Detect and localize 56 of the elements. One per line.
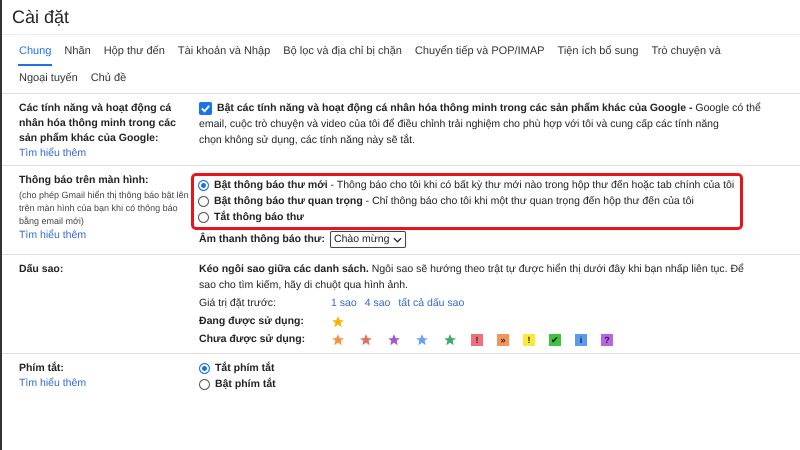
marker-icon[interactable]: ! [523,334,535,346]
radio-button[interactable] [199,363,210,374]
in-use-label: Đang được sử dụng: [199,314,305,329]
radio-button[interactable] [199,379,210,390]
star-icon[interactable] [387,332,401,346]
not-in-use-label: Chưa được sử dụng: [199,332,306,347]
sound-dropdown[interactable]: Chào mừng [330,231,406,248]
setting-description: Bật các tính năng và hoạt động cá nhân hóa thông minh trong các sản phẩm khác của Google - Google có thể [217,101,761,116]
settings-tab[interactable]: Bộ lọc và địa chỉ bị chặn [282,39,403,66]
option-label: Tắt phím tắt [215,361,274,376]
setting-description: email, cuộc trò chuyện và video của tôi để điều chỉnh trải nghiệm cho phù hợp với tôi và cung cấp các tính năng [199,117,720,132]
learn-more-link[interactable]: Tìm hiểu thêm [19,377,191,389]
presets-label: Giá trị đặt trước: [199,296,277,311]
settings-tab[interactable]: Chủ đề [90,66,128,93]
learn-more-link[interactable]: Tìm hiểu thêm [19,147,191,159]
setting-label: Các tính năng và hoạt động cá nhân hóa thông minh trong các sản phẩm khác của Google: [19,101,177,146]
settings-tab[interactable]: Chung [18,39,52,66]
sound-label: Âm thanh thông báo thư: [199,232,325,247]
option-label: Bật phím tắt [215,377,276,392]
settings-tab[interactable]: Nhãn [63,39,92,66]
star-icon[interactable] [359,332,373,346]
learn-more-link[interactable]: Tìm hiểu thêm [19,229,191,241]
preset-link[interactable]: tất cả dấu sao [398,296,464,311]
marker-icon[interactable]: ! [471,334,483,346]
setting-hint: (cho phép Gmail hiển thị thông báo bật lên trên màn hình của bạn khi có thông báo bằng email mới) [19,189,190,228]
checkbox[interactable] [199,102,212,115]
settings-tab[interactable]: Chuyển tiếp và POP/IMAP [414,39,546,66]
setting-description: sao cho tìm kiếm, hãy di chuột qua hình ảnh. [199,278,409,293]
preset-link[interactable]: 1 sao [331,296,357,311]
preset-link[interactable]: 4 sao [364,296,390,311]
settings-tab[interactable]: Trò chuyện và [650,39,722,66]
setting-label: Phím tắt: [19,361,65,376]
radio-button[interactable] [198,180,209,191]
star-icon[interactable] [331,332,345,346]
setting-label: Thông báo trên màn hình: [19,173,150,188]
settings-tab[interactable]: Ngoại tuyến [18,66,79,93]
radio-button[interactable] [198,196,209,207]
setting-label: Dấu sao: [19,262,64,277]
page-title: Cài đặt [12,6,70,28]
settings-tab[interactable]: Hộp thư đến [102,39,166,66]
setting-description: chọn không sử dụng, các tính năng này sẽ tắt. [199,133,416,148]
option-label: Bật thông báo thư mới - Thông báo cho tôi khi có bất kỳ thư mới nào trong hộp thư đến hoặc tab chính của tôi [214,178,734,193]
marker-icon[interactable]: » [497,334,509,346]
chevron-down-icon [393,236,402,242]
star-icon[interactable] [331,314,345,328]
marker-icon[interactable]: i [575,334,587,346]
marker-icon[interactable]: ? [601,334,613,346]
option-label: Tắt thông báo thư [214,210,304,225]
star-icon[interactable] [415,332,429,346]
setting-description: Kéo ngôi sao giữa các danh sách. Ngôi sao sẽ hướng theo trật tự được hiển thị dưới đây khi bạn nhấp liên tục. Để [199,262,744,277]
marker-icon[interactable]: ✔ [549,334,561,346]
radio-button[interactable] [198,212,209,223]
star-icon[interactable] [443,332,457,346]
settings-tab[interactable]: Tiện ích bổ sung [556,39,640,66]
option-label: Bật thông báo thư quan trọng - Chỉ thông báo cho tôi khi một thư quan trọng đến hộp thư đến của tôi [214,194,694,209]
settings-tab[interactable]: Tài khoản và Nhập [176,39,272,66]
